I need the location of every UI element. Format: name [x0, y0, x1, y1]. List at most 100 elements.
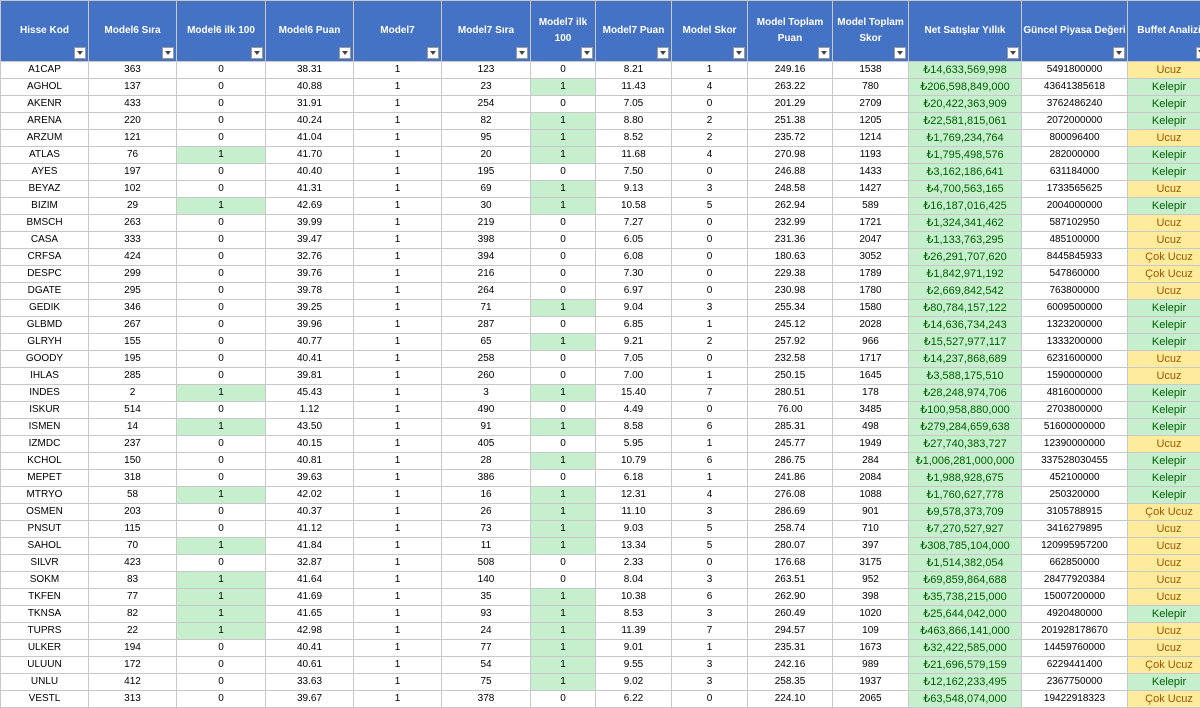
cell-model-toplam-skor[interactable]: 2065	[833, 691, 909, 708]
cell-hisse-kod[interactable]: SOKM	[1, 572, 89, 589]
cell-buffet-analizi[interactable]: Çok Ucuz	[1128, 657, 1200, 674]
cell-model-skor[interactable]: 7	[672, 385, 748, 402]
cell-model-skor[interactable]: 3	[672, 504, 748, 521]
cell-model7-sira[interactable]: 93	[442, 606, 531, 623]
cell-model-skor[interactable]: 0	[672, 266, 748, 283]
cell-model6-puan[interactable]: 39.81	[266, 368, 354, 385]
cell-model-toplam-skor[interactable]: 1088	[833, 487, 909, 504]
cell-model7-ilk-100[interactable]: 1	[531, 198, 596, 215]
cell-model7-ilk-100[interactable]: 1	[531, 538, 596, 555]
cell-model7[interactable]: 1	[354, 606, 442, 623]
cell-net-satislar-yillik[interactable]: ₺1,842,971,192	[909, 266, 1022, 283]
cell-model6-sira[interactable]: 313	[89, 691, 177, 708]
cell-guncel-piyasa-degeri[interactable]: 6009500000	[1022, 300, 1128, 317]
cell-model-toplam-puan[interactable]: 232.99	[748, 215, 833, 232]
cell-model7-ilk-100[interactable]: 1	[531, 606, 596, 623]
cell-hisse-kod[interactable]: AYES	[1, 164, 89, 181]
cell-hisse-kod[interactable]: DESPC	[1, 266, 89, 283]
cell-model7-ilk-100[interactable]: 1	[531, 504, 596, 521]
cell-net-satislar-yillik[interactable]: ₺1,514,382,054	[909, 555, 1022, 572]
cell-model7-ilk-100[interactable]: 1	[531, 334, 596, 351]
cell-model-toplam-skor[interactable]: 109	[833, 623, 909, 640]
cell-model7-sira[interactable]: 69	[442, 181, 531, 198]
cell-model6-sira[interactable]: 433	[89, 96, 177, 113]
cell-guncel-piyasa-degeri[interactable]: 250320000	[1022, 487, 1128, 504]
cell-model-toplam-skor[interactable]: 1789	[833, 266, 909, 283]
cell-model-toplam-puan[interactable]: 235.72	[748, 130, 833, 147]
cell-model7-ilk-100[interactable]: 1	[531, 453, 596, 470]
cell-guncel-piyasa-degeri[interactable]: 3416279895	[1022, 521, 1128, 538]
cell-model7[interactable]: 1	[354, 487, 442, 504]
cell-net-satislar-yillik[interactable]: ₺63,548,074,000	[909, 691, 1022, 708]
cell-model-toplam-skor[interactable]: 1645	[833, 368, 909, 385]
cell-model7-sira[interactable]: 258	[442, 351, 531, 368]
cell-guncel-piyasa-degeri[interactable]: 51600000000	[1022, 419, 1128, 436]
cell-model7-puan[interactable]: 11.43	[596, 79, 672, 96]
cell-model7-puan[interactable]: 8.04	[596, 572, 672, 589]
cell-hisse-kod[interactable]: BIZIM	[1, 198, 89, 215]
cell-model-toplam-skor[interactable]: 780	[833, 79, 909, 96]
cell-model6-puan[interactable]: 39.25	[266, 300, 354, 317]
cell-model7-puan[interactable]: 6.97	[596, 283, 672, 300]
cell-model7[interactable]: 1	[354, 232, 442, 249]
cell-model-toplam-skor[interactable]: 2709	[833, 96, 909, 113]
cell-model6-puan[interactable]: 1.12	[266, 402, 354, 419]
cell-net-satislar-yillik[interactable]: ₺20,422,363,909	[909, 96, 1022, 113]
cell-model7-ilk-100[interactable]: 0	[531, 266, 596, 283]
cell-model7-ilk-100[interactable]: 0	[531, 317, 596, 334]
cell-model6-ilk-100[interactable]: 0	[177, 368, 266, 385]
cell-model6-puan[interactable]: 39.78	[266, 283, 354, 300]
cell-model6-puan[interactable]: 39.47	[266, 232, 354, 249]
cell-model6-ilk-100[interactable]: 0	[177, 657, 266, 674]
cell-buffet-analizi[interactable]: Kelepir	[1128, 300, 1200, 317]
cell-model-skor[interactable]: 0	[672, 283, 748, 300]
cell-model7[interactable]: 1	[354, 198, 442, 215]
filter-dropdown-icon[interactable]	[657, 47, 669, 59]
cell-model7-sira[interactable]: 65	[442, 334, 531, 351]
cell-model7-puan[interactable]: 9.55	[596, 657, 672, 674]
cell-model-toplam-puan[interactable]: 286.75	[748, 453, 833, 470]
cell-model7-ilk-100[interactable]: 0	[531, 555, 596, 572]
cell-model6-puan[interactable]: 42.02	[266, 487, 354, 504]
cell-net-satislar-yillik[interactable]: ₺279,284,659,638	[909, 419, 1022, 436]
cell-model7-sira[interactable]: 254	[442, 96, 531, 113]
cell-model7-ilk-100[interactable]: 0	[531, 215, 596, 232]
cell-model-toplam-skor[interactable]: 589	[833, 198, 909, 215]
cell-net-satislar-yillik[interactable]: ₺7,270,527,927	[909, 521, 1022, 538]
cell-model7-puan[interactable]: 12.31	[596, 487, 672, 504]
cell-model6-sira[interactable]: 83	[89, 572, 177, 589]
cell-model7-puan[interactable]: 6.08	[596, 249, 672, 266]
cell-model6-puan[interactable]: 32.76	[266, 249, 354, 266]
cell-model6-sira[interactable]: 155	[89, 334, 177, 351]
cell-model6-ilk-100[interactable]: 1	[177, 198, 266, 215]
cell-hisse-kod[interactable]: BEYAZ	[1, 181, 89, 198]
cell-model-toplam-puan[interactable]: 230.98	[748, 283, 833, 300]
cell-model6-ilk-100[interactable]: 0	[177, 249, 266, 266]
cell-model6-puan[interactable]: 39.96	[266, 317, 354, 334]
cell-model6-puan[interactable]: 40.24	[266, 113, 354, 130]
cell-buffet-analizi[interactable]: Kelepir	[1128, 198, 1200, 215]
cell-model-toplam-skor[interactable]: 3485	[833, 402, 909, 419]
cell-buffet-analizi[interactable]: Ucuz	[1128, 589, 1200, 606]
cell-model7[interactable]: 1	[354, 436, 442, 453]
cell-model7-ilk-100[interactable]: 0	[531, 402, 596, 419]
cell-hisse-kod[interactable]: ATLAS	[1, 147, 89, 164]
cell-model7-sira[interactable]: 216	[442, 266, 531, 283]
cell-model-toplam-puan[interactable]: 246.88	[748, 164, 833, 181]
cell-model6-sira[interactable]: 285	[89, 368, 177, 385]
cell-model-toplam-skor[interactable]: 1193	[833, 147, 909, 164]
cell-model6-ilk-100[interactable]: 0	[177, 351, 266, 368]
cell-model7[interactable]: 1	[354, 351, 442, 368]
cell-model6-puan[interactable]: 43.50	[266, 419, 354, 436]
cell-model6-puan[interactable]: 38.31	[266, 62, 354, 79]
cell-hisse-kod[interactable]: MEPET	[1, 470, 89, 487]
cell-model6-puan[interactable]: 40.15	[266, 436, 354, 453]
cell-model7[interactable]: 1	[354, 334, 442, 351]
cell-model7-sira[interactable]: 378	[442, 691, 531, 708]
cell-guncel-piyasa-degeri[interactable]: 337528030455	[1022, 453, 1128, 470]
cell-model-skor[interactable]: 4	[672, 487, 748, 504]
cell-buffet-analizi[interactable]: Ucuz	[1128, 351, 1200, 368]
cell-model-skor[interactable]: 0	[672, 691, 748, 708]
cell-model6-puan[interactable]: 41.65	[266, 606, 354, 623]
cell-model7[interactable]: 1	[354, 674, 442, 691]
